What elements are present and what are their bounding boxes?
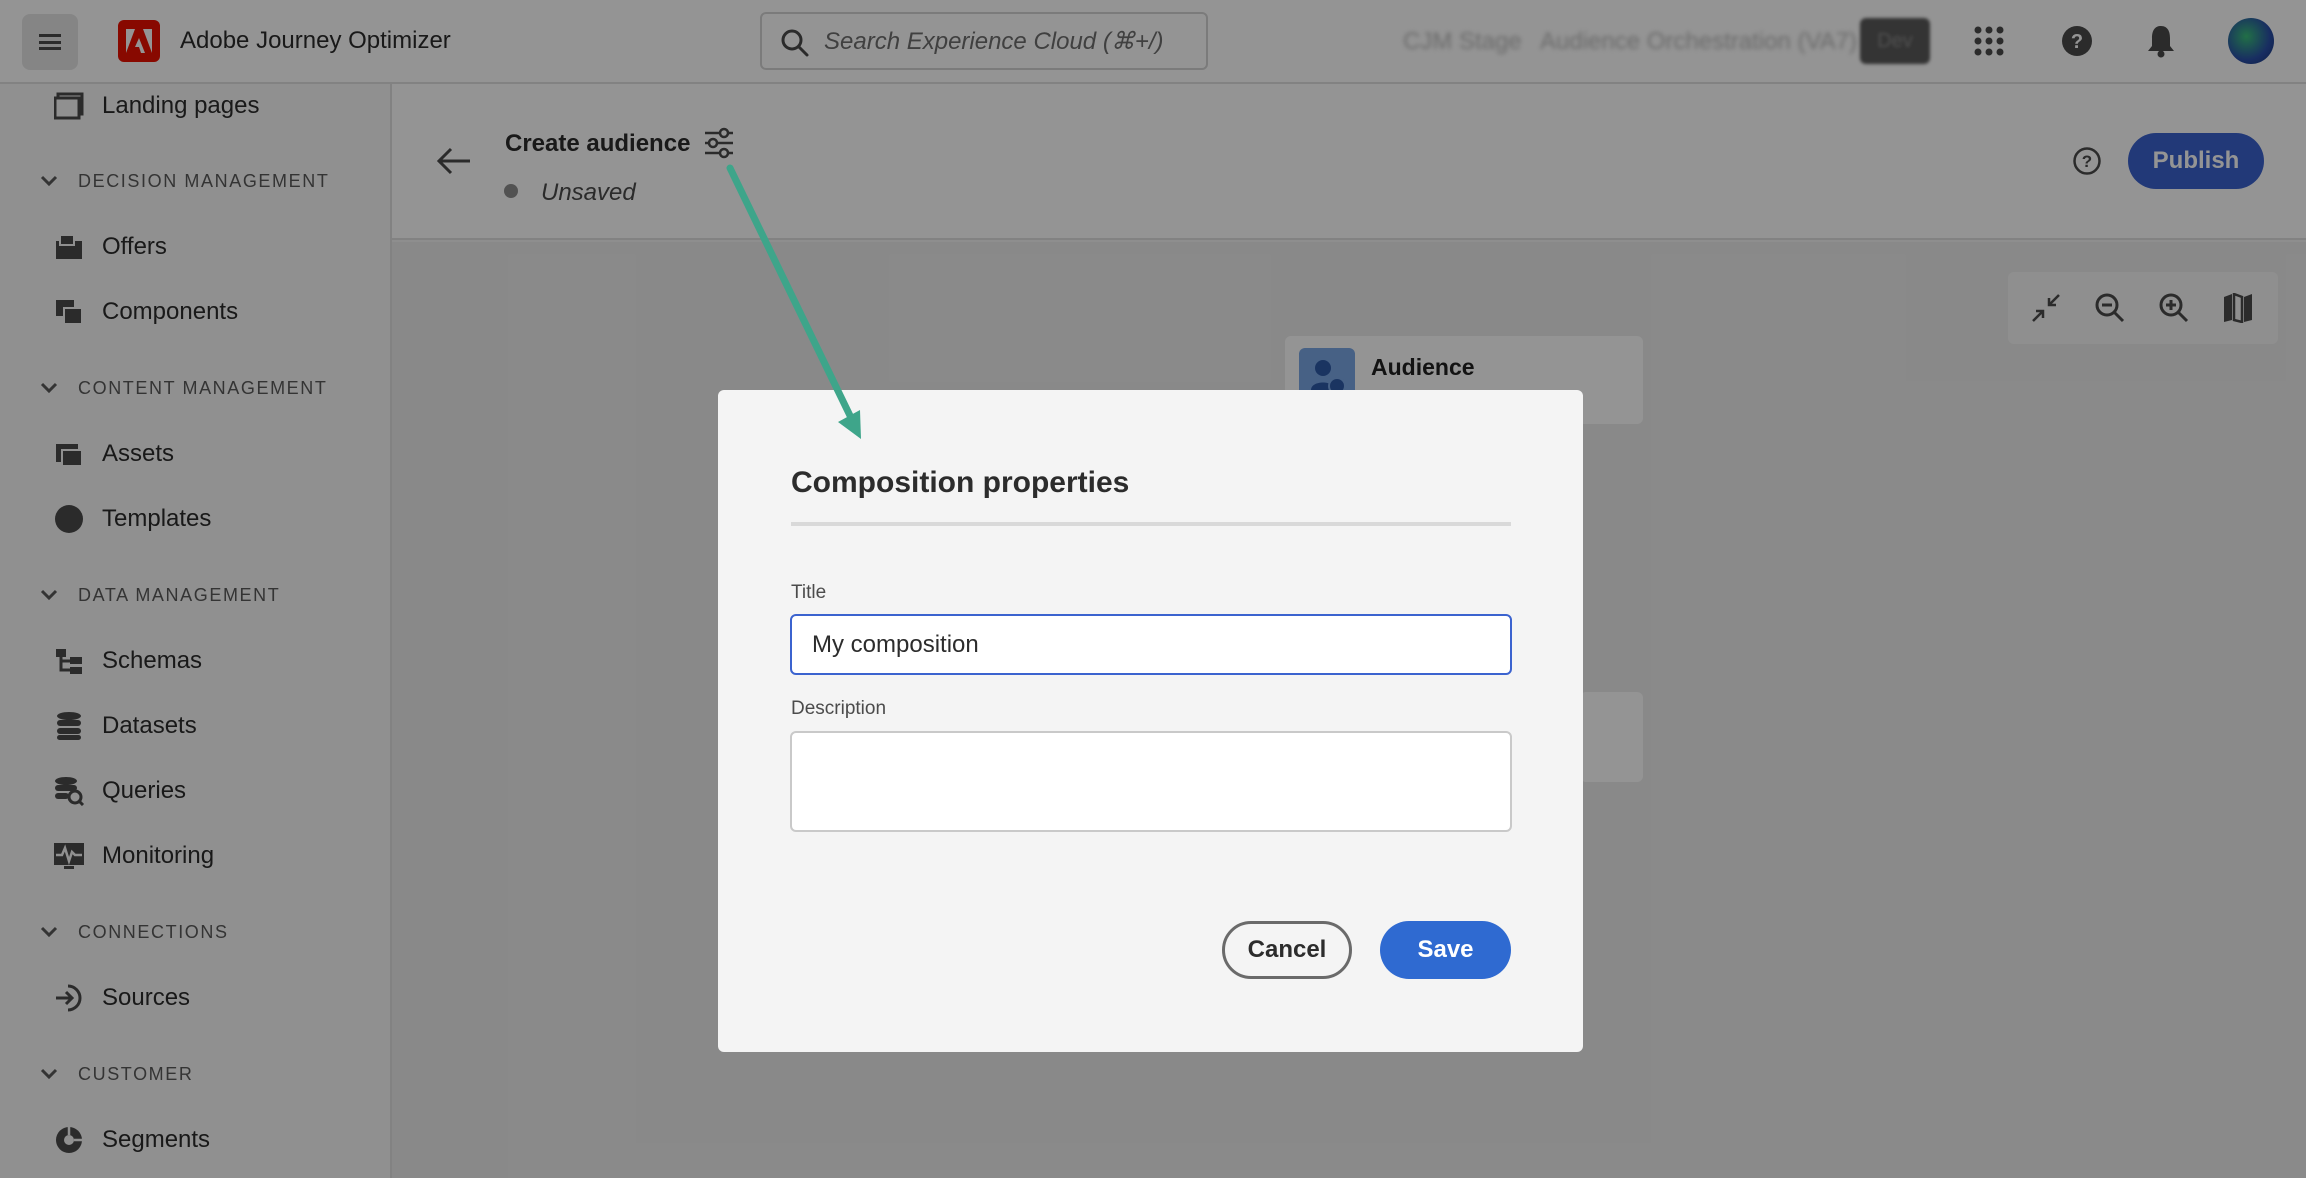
annotation-arrow <box>726 164 861 439</box>
description-label: Description <box>791 698 887 719</box>
title-label: Title <box>791 582 827 603</box>
save-button[interactable]: Save <box>1380 921 1511 979</box>
cancel-button[interactable]: Cancel <box>1222 921 1352 979</box>
title-input[interactable] <box>790 614 1512 675</box>
dialog-divider <box>791 522 1511 526</box>
description-input[interactable] <box>790 731 1512 832</box>
dialog-title: Composition properties <box>791 466 1130 499</box>
